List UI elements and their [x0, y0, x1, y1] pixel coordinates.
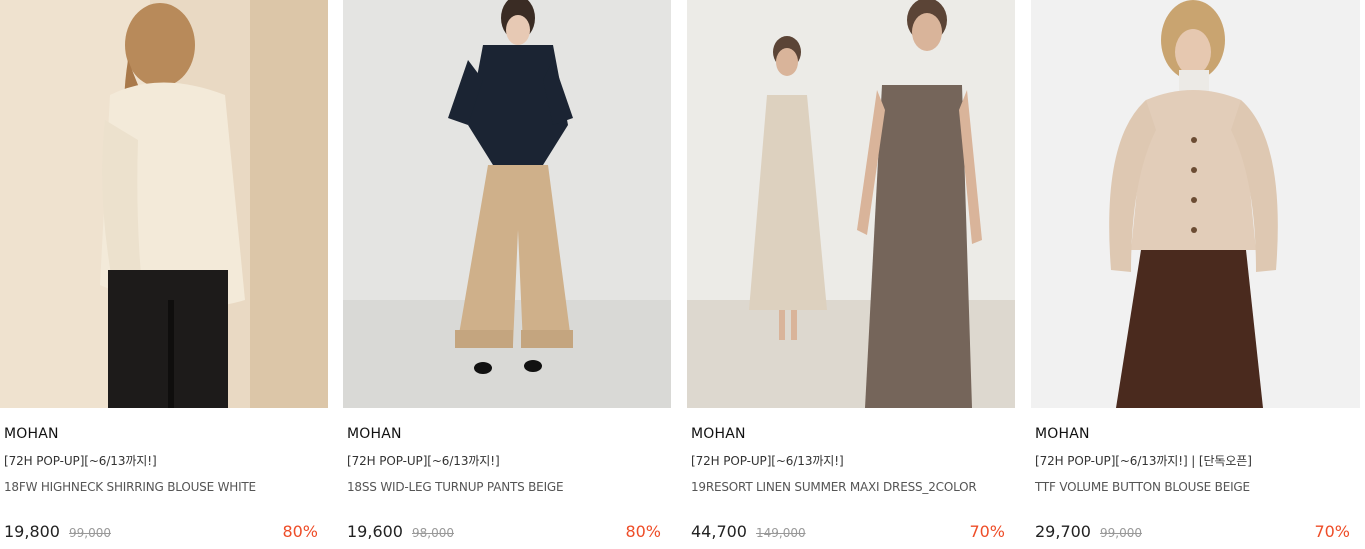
sale-price: 29,700	[1035, 522, 1091, 541]
brand-name[interactable]: MOHAN	[347, 426, 667, 442]
original-price: 98,000	[411, 526, 454, 540]
brand-name[interactable]: MOHAN	[1035, 426, 1356, 442]
model-photo-blouse-white	[0, 0, 328, 408]
model-photo-maxi-dress	[687, 0, 1015, 408]
discount-rate: 80%	[625, 522, 661, 541]
sale-price: 19,800	[4, 522, 60, 541]
promo-tag: [72H POP-UP][~6/13까지!]	[691, 454, 844, 468]
discount-rate: 70%	[969, 522, 1005, 541]
brand-name[interactable]: MOHAN	[691, 426, 1011, 442]
promo-tag: [72H POP-UP][~6/13까지!]	[4, 454, 157, 468]
product-name[interactable]: 19RESORT LINEN SUMMER MAXI DRESS_2COLOR	[691, 479, 1011, 495]
original-price: 99,000	[68, 526, 111, 540]
discount-rate: 70%	[1314, 522, 1350, 541]
model-photo-wide-leg-pants	[343, 0, 671, 408]
product-image[interactable]	[343, 0, 671, 408]
sale-price: 44,700	[691, 522, 747, 541]
product-image[interactable]	[687, 0, 1015, 408]
product-name[interactable]: 18FW HIGHNECK SHIRRING BLOUSE WHITE	[4, 479, 324, 495]
product-name[interactable]: 18SS WID-LEG TURNUP PANTS BEIGE	[347, 479, 667, 495]
brand-name[interactable]: MOHAN	[4, 426, 324, 442]
original-price: 99,000	[1099, 526, 1142, 540]
promo-tag: [72H POP-UP][~6/13까지!] | [단독오픈]	[1035, 454, 1252, 468]
model-photo-volume-blouse	[1031, 0, 1360, 408]
product-image[interactable]	[0, 0, 328, 408]
product-name[interactable]: TTF VOLUME BUTTON BLOUSE BEIGE	[1035, 479, 1356, 495]
promo-tag: [72H POP-UP][~6/13까지!]	[347, 454, 500, 468]
price-row: 19,600 98,000 80%	[347, 522, 667, 542]
sale-price: 19,600	[347, 522, 403, 541]
product-card[interactable]: MOHAN [72H POP-UP][~6/13까지!] 19RESORT LI…	[687, 0, 1015, 549]
product-card[interactable]: MOHAN [72H POP-UP][~6/13까지!] 18SS WID-LE…	[343, 0, 671, 549]
product-grid: MOHAN [72H POP-UP][~6/13까지!] 18FW HIGHNE…	[0, 0, 1365, 549]
product-card[interactable]: MOHAN [72H POP-UP][~6/13까지!] | [단독오픈] TT…	[1031, 0, 1360, 549]
discount-rate: 80%	[282, 522, 318, 541]
price-row: 29,700 99,000 70%	[1035, 522, 1356, 542]
product-card[interactable]: MOHAN [72H POP-UP][~6/13까지!] 18FW HIGHNE…	[0, 0, 328, 549]
original-price: 149,000	[755, 526, 806, 540]
price-row: 19,800 99,000 80%	[4, 522, 324, 542]
product-image[interactable]	[1031, 0, 1360, 408]
price-row: 44,700 149,000 70%	[691, 522, 1011, 542]
